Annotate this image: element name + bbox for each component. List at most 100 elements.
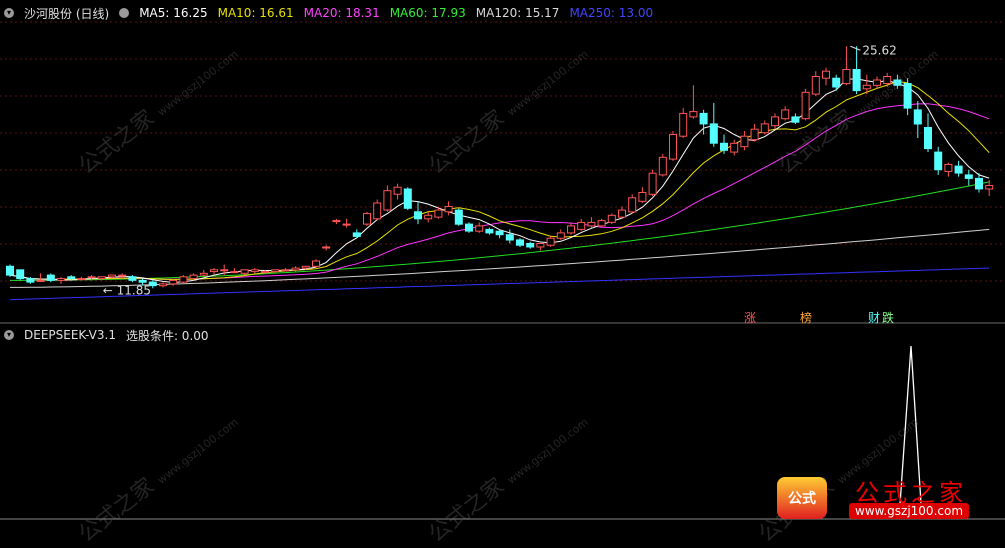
candle-down	[913, 109, 922, 125]
tag-bang: 榜	[800, 310, 812, 325]
candle-down	[46, 274, 55, 281]
main-chart-header: ▾ 沙河股份 (日线) MA5: 16.25 MA10: 16.61 MA20:…	[4, 4, 653, 22]
ma250-label: MA250: 13.00	[569, 6, 654, 20]
candle-up	[312, 260, 320, 267]
candle-up	[322, 246, 331, 249]
candle-up	[475, 225, 484, 232]
candle-up	[638, 192, 647, 202]
candle-up	[944, 163, 953, 172]
candle-up	[36, 279, 45, 282]
candle-up	[648, 172, 657, 195]
candle-up	[985, 185, 994, 190]
candle-up	[240, 269, 249, 274]
candle-down	[26, 278, 35, 283]
candle-down	[903, 83, 912, 109]
candle-up	[271, 269, 280, 273]
candle-down	[352, 232, 361, 237]
ma120-label: MA120: 15.17	[475, 6, 560, 20]
candle-up	[556, 232, 565, 239]
candle-down	[720, 142, 728, 151]
indicator-header: ▾ DEEPSEEK-V3.1 选股条件: 0.00	[4, 326, 209, 344]
candle-down	[495, 230, 504, 236]
candle-up	[363, 213, 371, 225]
indicator-name: DEEPSEEK-V3.1	[24, 328, 116, 342]
candle-down	[465, 223, 473, 232]
candle-down	[699, 112, 708, 125]
candle-up	[159, 283, 167, 287]
candle-up	[873, 79, 881, 86]
candle-up	[730, 142, 739, 153]
candle-up	[199, 272, 208, 276]
candle-up	[801, 91, 810, 120]
ma5-line	[9, 78, 990, 284]
candle-up	[658, 156, 667, 176]
candle-down	[128, 276, 137, 281]
candle-down	[934, 151, 943, 171]
candle-up	[689, 111, 698, 118]
candle-up	[250, 269, 259, 273]
candle-up	[618, 209, 626, 218]
candle-down	[414, 211, 422, 220]
chevron-down-icon[interactable]: ▾	[4, 8, 14, 18]
candle-down	[505, 234, 514, 241]
candle-down	[791, 116, 800, 123]
tag-zhang: 涨	[744, 310, 756, 325]
stock-title: 沙河股份 (日线)	[24, 6, 110, 21]
logo-badge-icon: 公式	[777, 477, 827, 519]
ma10-line	[9, 80, 990, 281]
candle-down	[832, 77, 841, 88]
ma250-line	[9, 267, 990, 301]
ma10-label: MA10: 16.61	[217, 6, 294, 20]
tag-caibao: 财	[868, 311, 880, 325]
candle-up	[261, 271, 269, 274]
candle-up	[57, 278, 65, 281]
candle-up	[301, 265, 310, 269]
candle-down	[975, 177, 983, 190]
candle-up	[179, 276, 188, 283]
candle-down	[138, 279, 147, 283]
candle-up	[597, 220, 606, 227]
candle-down	[485, 228, 494, 234]
chevron-down-icon[interactable]: ▾	[4, 330, 14, 340]
candle-up	[444, 206, 453, 213]
candle-up	[77, 278, 86, 281]
candle-up	[883, 76, 892, 84]
candle-up	[332, 220, 341, 223]
candle-up	[771, 116, 779, 127]
indicator-condition: 选股条件: 0.00	[125, 328, 209, 343]
candle-down	[16, 269, 25, 280]
candle-up	[587, 221, 596, 227]
candle-up	[393, 186, 402, 195]
candle-up	[577, 221, 586, 230]
candle-up	[862, 84, 871, 90]
candle-up	[230, 271, 239, 274]
candle-up	[669, 134, 677, 160]
candle-down	[924, 127, 932, 150]
logo-url: www.gszj100.com	[849, 503, 970, 519]
candle-up	[169, 279, 178, 285]
ma20-label: MA20: 18.31	[303, 6, 380, 20]
candle-down	[964, 174, 973, 179]
candle-up	[108, 274, 116, 278]
candle-up	[811, 76, 820, 95]
candle-up	[342, 223, 351, 226]
ma20-line	[9, 103, 990, 280]
candle-down	[852, 69, 861, 92]
settings-circle-icon[interactable]	[119, 8, 130, 18]
candle-down	[516, 239, 524, 246]
kline-chart: 25.62 ← 11.85 涨 榜 财跌	[0, 21, 1005, 520]
candle-up	[189, 274, 198, 280]
candle-down	[954, 165, 963, 174]
candle-up	[220, 269, 229, 272]
candle-down	[893, 79, 902, 86]
high-price-label: 25.62	[862, 43, 896, 57]
candle-up	[628, 197, 637, 213]
site-logo: 公式 公式之家 www.gszj100.com	[765, 471, 1005, 526]
candle-down	[454, 209, 463, 225]
candle-up	[373, 202, 382, 220]
candle-up	[842, 69, 851, 85]
candle-up	[536, 243, 545, 248]
tag-die: 跌	[882, 310, 894, 325]
candle-up	[434, 209, 443, 218]
low-price-label: ← 11.85	[103, 283, 151, 297]
